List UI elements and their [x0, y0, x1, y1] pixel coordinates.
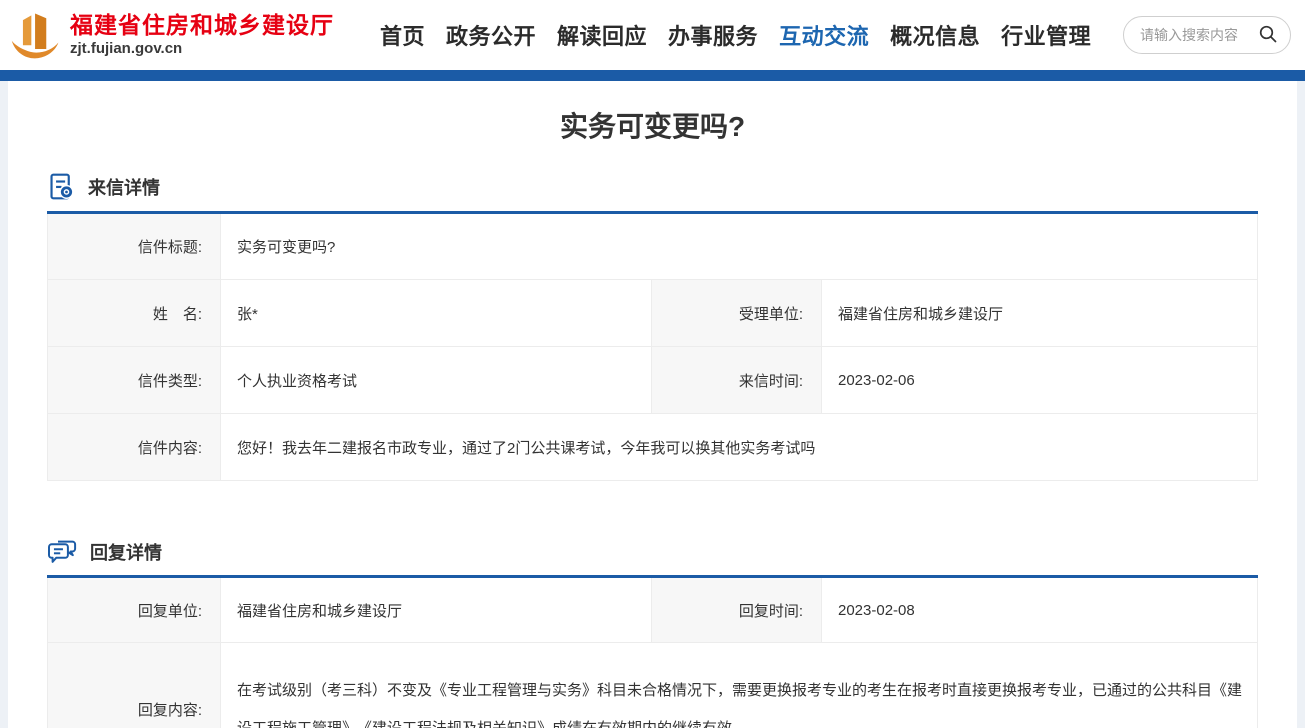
reply-date-label: 回复时间:	[652, 577, 822, 643]
letter-date-label: 来信时间:	[651, 347, 821, 414]
letter-content-label: 信件内容:	[48, 414, 221, 481]
search-icon	[1258, 24, 1278, 47]
header-accent-bar	[0, 70, 1305, 81]
letter-detail-table: 信件标题: 实务可变更吗? 姓 名: 张* 受理单位: 福建省住房和城乡建设厅 …	[47, 211, 1258, 481]
letter-unit-value: 福建省住房和城乡建设厅	[821, 280, 1257, 347]
letter-unit-label: 受理单位:	[651, 280, 821, 347]
letter-date-value: 2023-02-06	[821, 347, 1257, 414]
search-box	[1123, 16, 1291, 54]
letter-document-icon	[47, 172, 76, 201]
reply-content-value: 在考试级别（考三科）不变及《专业工程管理与实务》科目未合格情况下，需要更换报考专…	[221, 643, 1258, 728]
site-logo[interactable]: 福建省住房和城乡建设厅 zjt.fujian.gov.cn	[8, 7, 334, 63]
table-row: 信件标题: 实务可变更吗?	[48, 213, 1258, 280]
table-row: 回复单位: 福建省住房和城乡建设厅 回复时间: 2023-02-08	[48, 577, 1258, 643]
nav-item-overview[interactable]: 概况信息	[890, 19, 980, 51]
table-row: 信件内容: 您好！我去年二建报名市政专业，通过了2门公共课考试，今年我可以换其他…	[48, 414, 1258, 481]
letter-title-label: 信件标题:	[48, 213, 221, 280]
reply-unit-value: 福建省住房和城乡建设厅	[221, 577, 652, 643]
letter-section-title: 来信详情	[88, 174, 160, 200]
search-button[interactable]	[1258, 24, 1278, 47]
nav-item-interpretation[interactable]: 解读回应	[557, 19, 647, 51]
letter-content-value: 您好！我去年二建报名市政专业，通过了2门公共课考试，今年我可以换其他实务考试吗	[221, 414, 1258, 481]
reply-section-header: 回复详情	[47, 538, 1258, 565]
site-title: 福建省住房和城乡建设厅	[70, 13, 334, 39]
chat-bubbles-icon	[47, 538, 78, 565]
site-header: 福建省住房和城乡建设厅 zjt.fujian.gov.cn 首页 政务公开 解读…	[0, 0, 1305, 70]
reply-section-title: 回复详情	[90, 539, 162, 565]
nav-item-gov-affairs[interactable]: 政务公开	[446, 19, 536, 51]
letter-type-label: 信件类型:	[48, 347, 221, 414]
search-input[interactable]	[1140, 27, 1258, 43]
table-row: 信件类型: 个人执业资格考试 来信时间: 2023-02-06	[48, 347, 1258, 414]
site-url: zjt.fujian.gov.cn	[70, 40, 334, 57]
content-card: 实务可变更吗? 来信详情 信件标题: 实务可变更吗? 姓 名: 张* 受理单位:…	[8, 81, 1297, 728]
nav-item-industry[interactable]: 行业管理	[1001, 19, 1091, 51]
letter-name-value: 张*	[221, 280, 652, 347]
letter-title-value: 实务可变更吗?	[221, 213, 1258, 280]
main-nav: 首页 政务公开 解读回应 办事服务 互动交流 概况信息 行业管理	[380, 19, 1091, 51]
letter-name-label: 姓 名:	[48, 280, 221, 347]
reply-unit-label: 回复单位:	[48, 577, 221, 643]
nav-item-interaction[interactable]: 互动交流	[779, 19, 869, 51]
table-row: 回复内容: 在考试级别（考三科）不变及《专业工程管理与实务》科目未合格情况下，需…	[48, 643, 1258, 728]
reply-detail-table: 回复单位: 福建省住房和城乡建设厅 回复时间: 2023-02-08 回复内容:…	[47, 575, 1258, 728]
reply-date-value: 2023-02-08	[822, 577, 1258, 643]
nav-item-services[interactable]: 办事服务	[668, 19, 758, 51]
page-title: 实务可变更吗?	[47, 81, 1258, 145]
table-row: 姓 名: 张* 受理单位: 福建省住房和城乡建设厅	[48, 280, 1258, 347]
nav-item-home[interactable]: 首页	[380, 19, 425, 51]
letter-section-header: 来信详情	[47, 172, 1258, 201]
building-emblem-icon	[8, 7, 64, 63]
reply-content-label: 回复内容:	[48, 643, 221, 728]
letter-type-value: 个人执业资格考试	[221, 347, 652, 414]
